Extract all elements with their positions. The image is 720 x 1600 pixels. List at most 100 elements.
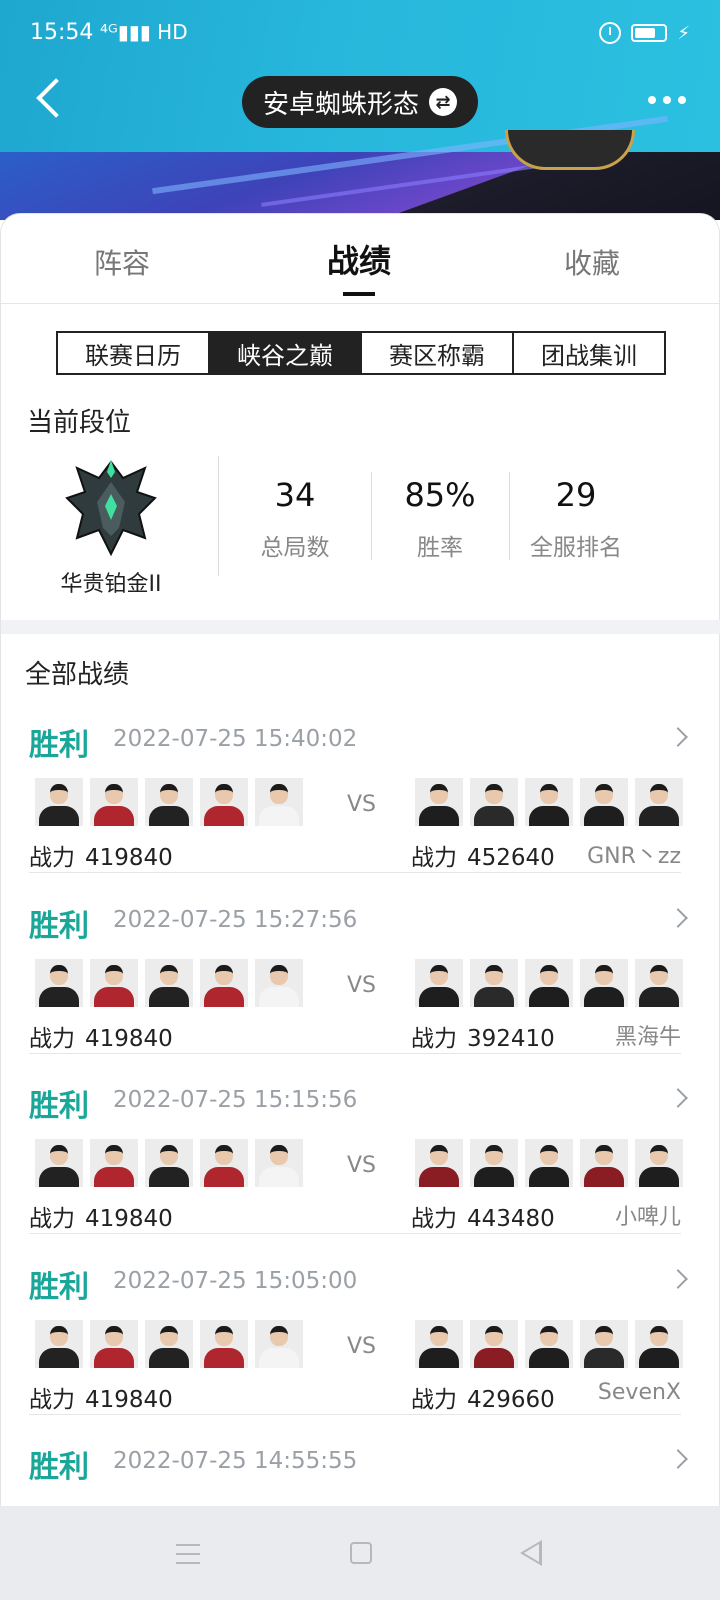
player-avatar xyxy=(90,1139,138,1187)
home-icon[interactable] xyxy=(350,1542,372,1564)
chevron-right-icon[interactable] xyxy=(668,1269,688,1289)
segment-region-dominate[interactable]: 赛区称霸 xyxy=(362,333,514,373)
tab-records[interactable]: 战绩 xyxy=(327,236,391,282)
my-power: 战力 419840 xyxy=(29,1199,173,1233)
network-indicator: ⁴ᴳ▮▮▮ HD xyxy=(100,20,188,44)
match-time: 2022-07-25 15:15:56 xyxy=(113,1087,358,1113)
player-avatar xyxy=(525,1320,573,1368)
player-avatar xyxy=(35,1320,83,1368)
power-label: 战力 xyxy=(29,1206,75,1232)
player-avatar xyxy=(255,778,303,826)
match-result: 胜利 xyxy=(29,1270,89,1305)
mode-segments: 联赛日历 峡谷之巅 赛区称霸 团战集训 xyxy=(56,331,666,375)
match-result: 胜利 xyxy=(29,728,89,763)
player-avatar xyxy=(145,778,193,826)
power-value: 443480 xyxy=(467,1206,555,1232)
system-nav-bar xyxy=(0,1506,720,1600)
match-time: 2022-07-25 15:27:56 xyxy=(113,907,358,933)
vs-label: VS xyxy=(347,973,377,998)
header-banner: 15:54 ⁴ᴳ▮▮▮ HD ⚡ 安卓蜘蛛形态 ⇄ xyxy=(0,0,720,220)
row-divider xyxy=(29,1414,681,1415)
match-row[interactable]: 胜利 2022-07-25 15:27:56 VS 战力 419840 战力 392410 黑… xyxy=(1,901,720,1081)
player-switcher[interactable]: 安卓蜘蛛形态 ⇄ xyxy=(242,76,478,128)
team-logo xyxy=(505,130,635,170)
player-avatar xyxy=(525,778,573,826)
opponent-name[interactable]: 小啤儿 xyxy=(615,1199,681,1231)
opponent-power: 战力 392410 xyxy=(411,1019,555,1053)
segment-league-calendar[interactable]: 联赛日历 xyxy=(58,333,210,373)
row-divider xyxy=(29,872,681,873)
player-avatar xyxy=(580,959,628,1007)
player-avatar xyxy=(525,1139,573,1187)
player-avatar xyxy=(200,1320,248,1368)
match-time: 2022-07-25 15:40:02 xyxy=(113,726,358,752)
player-avatar xyxy=(635,778,683,826)
chevron-right-icon[interactable] xyxy=(668,727,688,747)
opponent-name[interactable]: GNR丶zz xyxy=(587,838,681,870)
charging-icon: ⚡ xyxy=(677,22,690,44)
tab-favorites[interactable]: 收藏 xyxy=(564,242,620,282)
vs-label: VS xyxy=(347,1334,377,1359)
vs-label: VS xyxy=(347,792,377,817)
match-time: 2022-07-25 15:05:00 xyxy=(113,1268,358,1294)
player-avatar xyxy=(200,1139,248,1187)
power-value: 419840 xyxy=(85,1387,173,1413)
back-button[interactable] xyxy=(30,74,70,124)
status-time: 15:54 xyxy=(30,20,94,45)
power-label: 战力 xyxy=(29,1387,75,1413)
section-separator xyxy=(1,620,720,634)
power-value: 392410 xyxy=(467,1026,555,1052)
match-row[interactable]: 胜利 2022-07-25 15:05:00 VS 战力 419840 战力 429660 S… xyxy=(1,1262,720,1442)
divider xyxy=(218,456,219,576)
player-avatar xyxy=(580,778,628,826)
segment-teamfight-training[interactable]: 团战集训 xyxy=(514,333,664,373)
power-label: 战力 xyxy=(411,1026,457,1052)
match-row[interactable]: 胜利 2022-07-25 15:40:02 VS 战力 419840 战力 452640 G… xyxy=(1,720,720,900)
player-avatar xyxy=(580,1139,628,1187)
player-avatar xyxy=(35,1139,83,1187)
player-avatar xyxy=(470,1320,518,1368)
my-team-avatars xyxy=(35,778,303,826)
alarm-icon xyxy=(599,22,622,44)
stat-win-rate: 85% 胜率 xyxy=(370,476,510,562)
player-avatar xyxy=(145,1320,193,1368)
stat-total-games: 34 总局数 xyxy=(225,476,365,562)
opponent-name[interactable]: SevenX xyxy=(598,1380,681,1405)
my-power: 战力 419840 xyxy=(29,838,173,872)
my-team-avatars xyxy=(35,959,303,1007)
player-avatar xyxy=(635,1320,683,1368)
opponent-name[interactable]: 黑海牛 xyxy=(615,1019,681,1051)
back-nav-icon[interactable] xyxy=(520,1540,542,1566)
status-bar: 15:54 ⁴ᴳ▮▮▮ HD ⚡ xyxy=(30,20,690,50)
more-button[interactable] xyxy=(648,96,686,104)
player-avatar xyxy=(415,959,463,1007)
chevron-right-icon[interactable] xyxy=(668,1449,688,1469)
stat-value: 34 xyxy=(274,476,316,514)
segment-canyon-peak[interactable]: 峡谷之巅 xyxy=(210,333,362,373)
my-power: 战力 419840 xyxy=(29,1019,173,1053)
opponent-team-avatars xyxy=(415,778,683,826)
row-divider xyxy=(29,1233,681,1234)
tab-lineup[interactable]: 阵容 xyxy=(94,242,150,282)
player-avatar xyxy=(470,1139,518,1187)
power-value: 419840 xyxy=(85,1026,173,1052)
opponent-power: 战力 429660 xyxy=(411,1380,555,1414)
opponent-power: 战力 452640 xyxy=(411,838,555,872)
rank-emblem-icon xyxy=(65,460,157,557)
my-team-avatars xyxy=(35,1320,303,1368)
stat-value: 85% xyxy=(404,476,476,514)
player-avatar xyxy=(580,1320,628,1368)
top-tabs: 阵容 战绩 收藏 xyxy=(1,214,720,304)
chevron-right-icon[interactable] xyxy=(668,908,688,928)
rank-tier-name: 华贵铂金II xyxy=(60,572,162,597)
page-title: 安卓蜘蛛形态 xyxy=(262,89,419,120)
chevron-right-icon[interactable] xyxy=(668,1088,688,1108)
player-avatar xyxy=(525,959,573,1007)
content-card: 阵容 战绩 收藏 联赛日历 峡谷之巅 赛区称霸 团战集训 当前段位 华贵铂金II… xyxy=(0,213,720,1513)
player-avatar xyxy=(145,1139,193,1187)
match-row[interactable]: 胜利 2022-07-25 15:15:56 VS 战力 419840 战力 443480 小… xyxy=(1,1081,720,1261)
power-value: 452640 xyxy=(467,845,555,871)
player-avatar xyxy=(470,959,518,1007)
power-label: 战力 xyxy=(29,1026,75,1052)
menu-icon[interactable] xyxy=(176,1544,200,1571)
